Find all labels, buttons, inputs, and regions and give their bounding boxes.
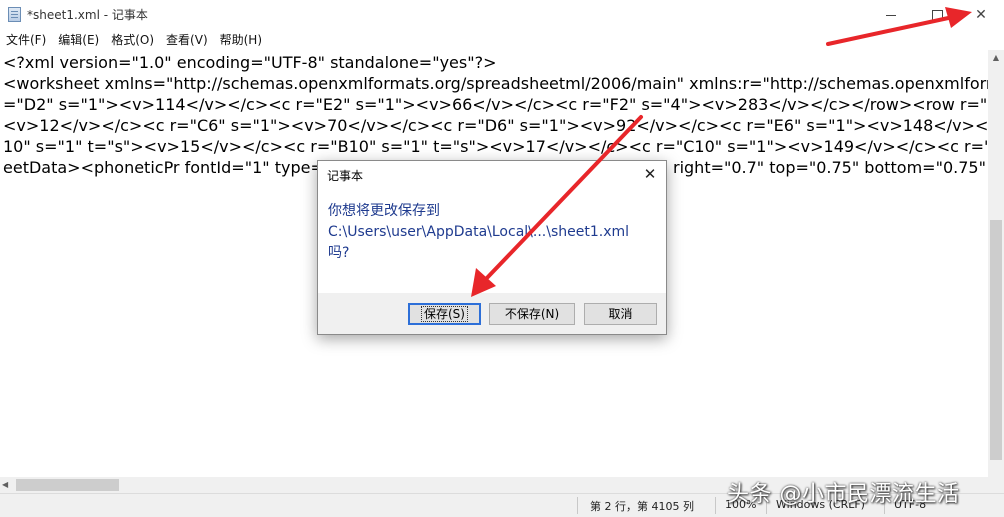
menu-view[interactable]: 查看(V) bbox=[160, 30, 214, 50]
status-cursor-position: 第 2 行，第 4105 列 bbox=[590, 500, 694, 513]
dont-save-button-label: 不保存(N) bbox=[504, 307, 560, 321]
dialog-title-bar: 记事本 ✕ bbox=[318, 161, 666, 187]
editor-line: 10" s="1" t="s"><v>15</v></c><c r="B10" … bbox=[3, 137, 988, 156]
status-divider bbox=[715, 497, 716, 514]
menu-format[interactable]: 格式(O) bbox=[105, 30, 160, 50]
editor-line: <worksheet xmlns="http://schemas.openxml… bbox=[3, 74, 988, 93]
minimize-button[interactable] bbox=[868, 0, 914, 30]
dont-save-button[interactable]: 不保存(N) bbox=[489, 303, 575, 325]
save-changes-dialog: 记事本 ✕ 你想将更改保存到 C:\Users\user\AppData\Loc… bbox=[317, 160, 667, 335]
menu-file[interactable]: 文件(F) bbox=[0, 30, 52, 50]
scroll-up-icon[interactable]: ▲ bbox=[988, 50, 1004, 66]
editor-line: <v>12</v></c><c r="C6" s="1"><v>70</v></… bbox=[3, 116, 988, 135]
scrollbar-corner bbox=[988, 477, 1004, 493]
close-icon: ✕ bbox=[975, 7, 987, 23]
menu-edit[interactable]: 编辑(E) bbox=[52, 30, 105, 50]
cancel-button[interactable]: 取消 bbox=[584, 303, 657, 325]
dialog-message: 你想将更改保存到 C:\Users\user\AppData\Local\...… bbox=[328, 203, 629, 261]
save-button-label: 保存(S) bbox=[421, 306, 468, 322]
maximize-button[interactable] bbox=[914, 0, 960, 30]
dialog-title: 记事本 bbox=[327, 169, 364, 183]
editor-line: ="D2" s="1"><v>114</v></c><c r="E2" s="1… bbox=[3, 95, 988, 114]
status-divider bbox=[577, 497, 578, 514]
cancel-button-label: 取消 bbox=[608, 307, 633, 321]
menu-help[interactable]: 帮助(H) bbox=[214, 30, 268, 50]
watermark-text: 头条 @小市民漂流生活 bbox=[727, 482, 960, 507]
vertical-scrollbar[interactable]: ▲ bbox=[988, 50, 1004, 477]
notepad-icon bbox=[8, 7, 21, 22]
horizontal-scroll-thumb[interactable] bbox=[16, 479, 119, 491]
close-icon: ✕ bbox=[643, 165, 657, 183]
vertical-scroll-thumb[interactable] bbox=[990, 220, 1002, 460]
scroll-left-icon[interactable]: ◀ bbox=[2, 477, 14, 493]
save-button[interactable]: 保存(S) bbox=[408, 303, 481, 325]
maximize-icon bbox=[931, 9, 943, 21]
close-button[interactable]: ✕ bbox=[958, 0, 1004, 30]
dialog-close-button[interactable]: ✕ bbox=[638, 163, 662, 185]
minimize-icon bbox=[886, 14, 896, 16]
menu-bar: 文件(F) 编辑(E) 格式(O) 查看(V) 帮助(H) bbox=[0, 30, 1004, 50]
window-title: *sheet1.xml - 记事本 bbox=[27, 8, 148, 22]
title-bar: *sheet1.xml - 记事本 ✕ bbox=[0, 0, 1004, 30]
dialog-body: 你想将更改保存到 C:\Users\user\AppData\Local\...… bbox=[318, 187, 666, 293]
editor-line: <?xml version="1.0" encoding="UTF-8" sta… bbox=[3, 53, 497, 72]
